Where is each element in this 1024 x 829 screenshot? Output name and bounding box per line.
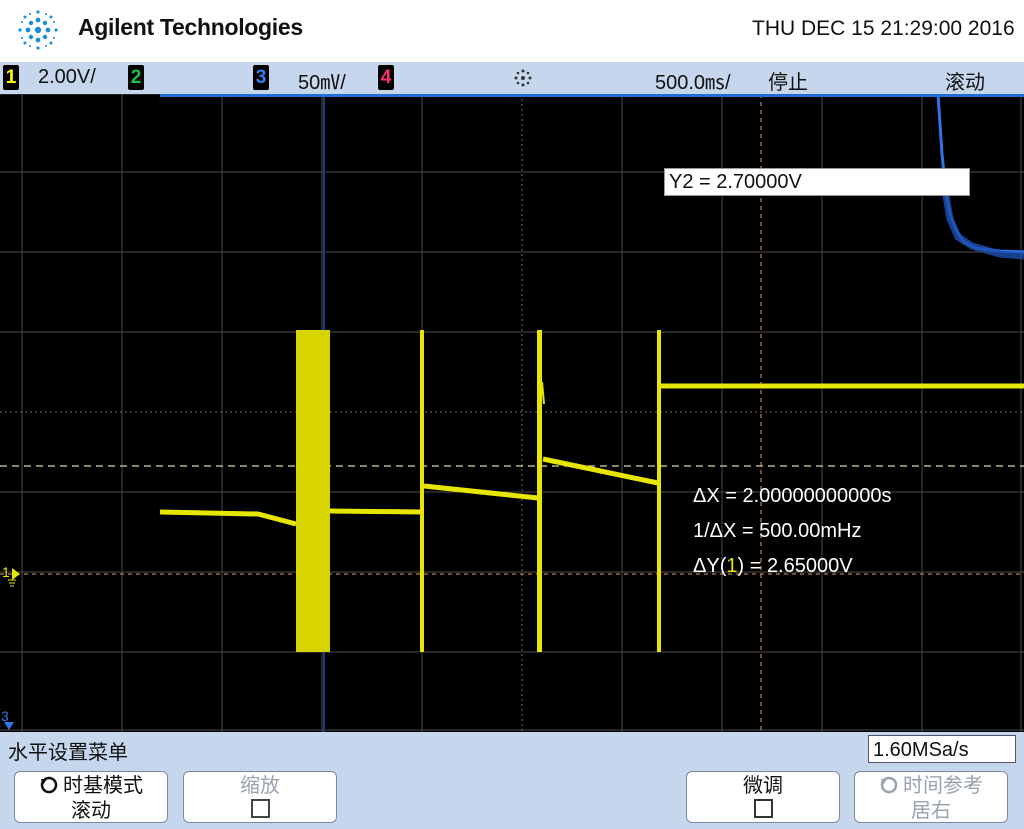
softkey-fine-adjust-label: 微调 [743, 775, 783, 797]
run-state[interactable]: 停止 [768, 66, 808, 95]
sample-rate: 1.60MSa/s [868, 735, 1016, 763]
timebase-scale[interactable]: 500.0㎳/ [655, 66, 731, 95]
delta-y-channel: 1 [726, 555, 738, 577]
softkey-timebase-mode[interactable]: 时基模式 滚动 [14, 771, 168, 823]
channel-4-chip[interactable]: 4 [378, 65, 394, 90]
scroll-window-bar [160, 94, 1024, 97]
inverse-delta-x-readout: 1/ΔX = 500.00mHz [693, 520, 862, 542]
channel-3-marker-label: 3 [1, 708, 9, 724]
delta-y-prefix: ΔY( [693, 555, 727, 577]
channel-3-chip[interactable]: 3 [253, 65, 269, 90]
channel-1-chip[interactable]: 1 [3, 65, 19, 90]
softkey-time-reference-value: 居右 [911, 800, 951, 822]
softkey-fine-adjust[interactable]: 微调 [686, 771, 840, 823]
rotate-knob-icon [39, 775, 59, 800]
channel-3-scale[interactable]: 50㎷/ [298, 66, 346, 95]
acquisition-mode[interactable]: 滚动 [945, 66, 985, 95]
softkey-timebase-mode-value: 滚动 [71, 800, 111, 822]
delta-y-value: ) = 2.65000V [737, 555, 853, 577]
channel-1-trace [159, 330, 1024, 652]
channel-status-bar: 1 2.00V/ 2 3 50㎷/ 4 500.0㎳/ 停止 滚动 [0, 62, 1024, 94]
agilent-spark-logo-icon [18, 10, 58, 50]
delta-y-readout: ΔY(1) = 2.65000V [693, 555, 853, 578]
channel-1-scale[interactable]: 2.00V/ [38, 66, 96, 89]
acquisition-spark-icon [514, 69, 532, 87]
softkey-zoom[interactable]: 缩放 [183, 771, 337, 823]
rotate-knob-icon [879, 775, 899, 800]
softkey-time-reference[interactable]: 时间参考 居右 [854, 771, 1008, 823]
softkey-timebase-mode-label: 时基模式 [63, 775, 143, 797]
channel-1-ground-label: 1 [2, 564, 10, 580]
channel-2-chip[interactable]: 2 [128, 65, 144, 90]
brand-name: Agilent Technologies [78, 14, 303, 40]
softkey-time-reference-label: 时间参考 [903, 775, 983, 797]
softkey-zoom-label: 缩放 [240, 775, 280, 797]
date-time: THU DEC 15 21:29:00 2016 [752, 17, 1015, 40]
delta-x-readout: ΔX = 2.00000000000s [693, 485, 892, 507]
fine-adjust-checkbox[interactable] [753, 799, 773, 818]
y2-cursor-readout: Y2 = 2.70000V [664, 168, 970, 196]
zoom-checkbox[interactable] [250, 799, 270, 818]
menu-title: 水平设置菜单 [8, 742, 128, 764]
